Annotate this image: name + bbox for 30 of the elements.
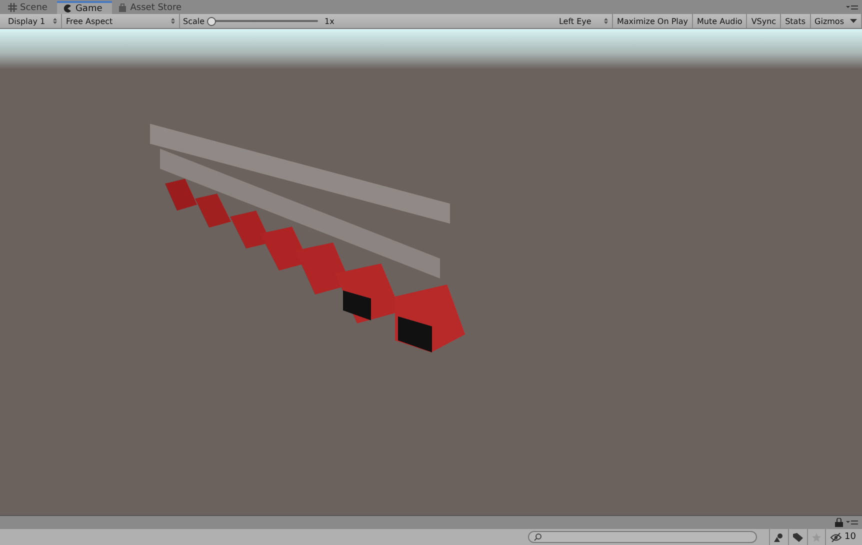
- bag-icon: [118, 3, 128, 12]
- scale-value: 1x: [324, 16, 336, 26]
- updown-icon: [604, 18, 608, 24]
- scale-label: Scale: [182, 16, 206, 26]
- aspect-dropdown[interactable]: Free Aspect: [62, 14, 180, 28]
- toggle-button[interactable]: Mute Audio: [693, 14, 748, 28]
- updown-icon: [171, 18, 175, 24]
- lock-icon[interactable]: [835, 518, 843, 527]
- tab[interactable]: Game: [57, 1, 112, 14]
- tab[interactable]: Scene: [2, 1, 58, 14]
- gizmos-dropdown[interactable]: Gizmos: [810, 14, 862, 28]
- pacman-icon: [63, 4, 72, 13]
- toggle-button[interactable]: Maximize On Play: [612, 14, 694, 28]
- hidden-count-button[interactable]: 10: [824, 529, 862, 545]
- eye-slash-icon: [830, 532, 842, 542]
- scale-slider[interactable]: [208, 17, 318, 25]
- menu-icon[interactable]: [846, 519, 858, 526]
- display-dropdown[interactable]: Display 1: [4, 14, 62, 28]
- toggle-button[interactable]: Stats: [781, 14, 811, 28]
- grid-icon: [8, 3, 17, 12]
- tab[interactable]: Asset Store: [112, 1, 192, 14]
- search-field[interactable]: [528, 531, 757, 543]
- menu-icon[interactable]: [846, 4, 858, 11]
- eye-dropdown[interactable]: Left Eye: [554, 14, 613, 28]
- caret-icon: [850, 18, 857, 24]
- updown-icon: [53, 18, 57, 24]
- toggle-button[interactable]: VSync: [747, 14, 782, 28]
- search-icon: [534, 533, 542, 541]
- shapes-icon: [774, 532, 784, 542]
- tag-icon: [792, 532, 803, 542]
